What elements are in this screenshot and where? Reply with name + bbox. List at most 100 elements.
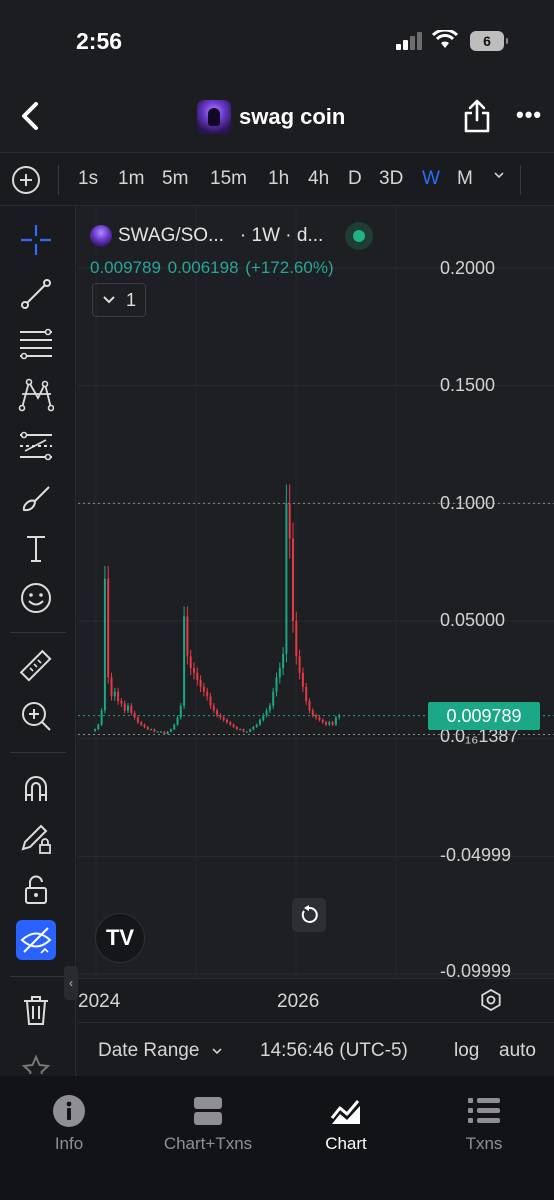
collapse-indicators-button[interactable]: 1 — [92, 283, 146, 317]
timeframe-1s[interactable]: 1s — [78, 168, 98, 190]
candle-body — [94, 729, 96, 732]
forecast-tool[interactable] — [16, 426, 56, 466]
candle-body — [216, 710, 219, 716]
candle-body — [331, 722, 334, 725]
candle-body — [97, 724, 100, 730]
candle-body — [156, 731, 159, 733]
forecast-icon — [20, 431, 52, 461]
lock-all-tool[interactable] — [16, 870, 56, 910]
candle-body — [328, 722, 331, 725]
chart-interval: · 1W · d... — [239, 225, 324, 246]
candle-body — [209, 696, 212, 706]
zoom-in-tool[interactable] — [16, 696, 56, 736]
text-icon — [27, 536, 45, 562]
favorites-tool[interactable] — [16, 1054, 56, 1074]
settings-icon[interactable] — [480, 989, 502, 1011]
candle-body — [301, 672, 304, 687]
pattern-icon — [18, 378, 54, 412]
candle-body — [133, 712, 136, 718]
candle-body — [222, 717, 225, 720]
candle-body — [265, 710, 268, 716]
candle-body — [123, 703, 126, 711]
timeframe-1m[interactable]: 1m — [118, 168, 144, 190]
chart-legend[interactable]: SWAG/SO... · 1W · d... — [90, 222, 374, 250]
candle-body — [140, 722, 143, 725]
candle-body — [136, 717, 139, 723]
candle-body — [259, 719, 261, 725]
toggle-toolbar-button[interactable]: ‹ — [64, 966, 78, 1000]
crosshair-icon — [21, 225, 51, 255]
pattern-tool[interactable] — [16, 374, 56, 414]
timeframe-1h[interactable]: 1h — [268, 168, 289, 190]
candle-body — [235, 726, 238, 730]
log-scale-toggle[interactable]: log — [454, 1040, 479, 1062]
delete-drawings-tool[interactable] — [16, 990, 56, 1030]
candle-body — [110, 677, 113, 697]
tab-txns[interactable]: Txns — [424, 1094, 544, 1154]
lock-drawings-tool[interactable] — [16, 818, 56, 858]
candle-body — [179, 705, 182, 718]
back-button[interactable] — [16, 100, 46, 132]
coin-title: swag coin — [239, 104, 346, 129]
candle-body — [143, 724, 146, 727]
candle-body — [245, 731, 248, 733]
timeframe-15m[interactable]: 15m — [210, 168, 247, 190]
candle-body — [239, 729, 242, 731]
trash-icon — [24, 996, 48, 1025]
candle-body — [295, 621, 298, 657]
zoom-in-icon — [22, 702, 51, 731]
chart-symbol: SWAG/SO... — [118, 225, 224, 246]
timeframe-m[interactable]: M — [457, 168, 473, 190]
time-label: 2026 — [277, 991, 320, 1012]
time-axis[interactable]: 2024 2026 — [78, 978, 554, 1022]
candle-body — [186, 616, 189, 657]
more-options-button[interactable]: ••• — [516, 104, 542, 126]
market-status-icon — [345, 222, 374, 250]
divider — [10, 752, 66, 753]
trend-line-icon — [21, 279, 51, 309]
timeframe-3d[interactable]: 3D — [379, 168, 403, 190]
last-price-tag: 0.009789 — [428, 702, 540, 730]
text-tool[interactable] — [16, 528, 56, 568]
magnet-tool[interactable] — [16, 768, 56, 808]
timeframe-d[interactable]: D — [348, 168, 362, 190]
candle-body — [130, 705, 133, 713]
date-range-button[interactable]: Date Range — [98, 1040, 223, 1062]
coin-mini-avatar — [90, 225, 112, 247]
hide-drawings-tool[interactable] — [16, 920, 56, 960]
measure-tool[interactable] — [16, 646, 56, 686]
candle-body — [169, 729, 172, 732]
candle-body — [321, 719, 324, 723]
price-label: 0.1000 — [440, 493, 496, 513]
fib-retracement-tool[interactable] — [16, 324, 56, 364]
candle-body — [262, 715, 265, 720]
fib-lines-icon — [20, 328, 52, 360]
candle-body — [120, 701, 123, 704]
chevron-down-icon[interactable] — [493, 169, 505, 181]
drawing-toolbar: ‹ — [0, 206, 78, 1076]
add-indicator-button[interactable] — [12, 166, 40, 194]
crosshair-tool[interactable] — [16, 220, 56, 260]
eye-hidden-icon — [20, 927, 52, 954]
battery-icon: 6 — [470, 31, 508, 51]
candle-body — [117, 691, 120, 702]
brush-tool[interactable] — [16, 478, 56, 518]
reset-chart-button[interactable] — [292, 898, 326, 932]
tab-chart[interactable]: Chart — [286, 1094, 406, 1154]
timeframe-4h[interactable]: 4h — [308, 168, 329, 190]
trend-line-tool[interactable] — [16, 274, 56, 314]
tab-chart-txns[interactable]: Chart+Txns — [148, 1094, 268, 1154]
candles — [94, 484, 341, 735]
timeframe-5m[interactable]: 5m — [162, 168, 188, 190]
tradingview-logo[interactable]: TV — [95, 913, 145, 963]
unlock-icon — [25, 875, 47, 904]
share-button[interactable] — [463, 98, 491, 134]
candle-body — [189, 656, 192, 669]
auto-scale-toggle[interactable]: auto — [499, 1040, 536, 1062]
candle-body — [292, 538, 294, 622]
timeframe-w[interactable]: W — [422, 168, 440, 190]
price-chart[interactable]: SWAG/SO... · 1W · d... 0.009789 0.006198… — [78, 206, 554, 978]
emoji-tool[interactable] — [16, 578, 56, 618]
pencil-lock-icon — [21, 824, 51, 854]
tab-info[interactable]: Info — [9, 1094, 129, 1154]
